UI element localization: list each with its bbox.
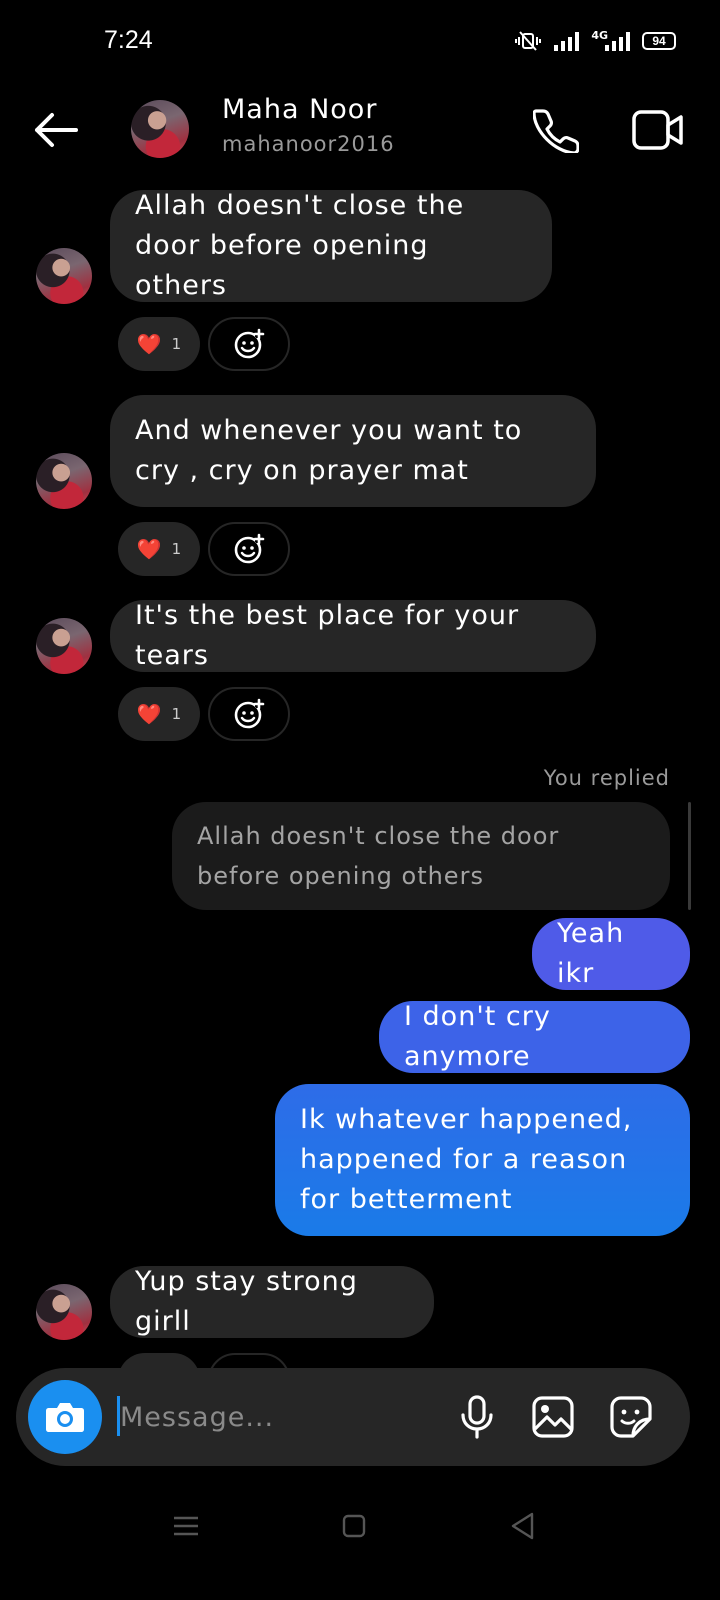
reaction-pill[interactable]: ❤️ 1 (118, 317, 200, 371)
back-arrow-icon (35, 113, 78, 147)
sent-message[interactable]: Ik whatever happened, happened for a rea… (275, 1084, 690, 1236)
add-reaction-button[interactable] (208, 687, 290, 741)
status-time: 7:24 (104, 26, 153, 54)
status-bar: 7:24 4G 94 (0, 0, 720, 80)
received-message[interactable]: Allah doesn't close the door before open… (110, 190, 552, 302)
contact-username[interactable]: mahanoor2016 (222, 132, 395, 156)
message-text: And whenever you want to cry , cry on pr… (135, 415, 523, 486)
battery-level: 94 (652, 34, 666, 48)
message-text: Ik whatever happened, happened for a rea… (300, 1104, 633, 1215)
gallery-button[interactable] (528, 1392, 578, 1442)
status-icons: 4G 94 (513, 28, 676, 52)
video-icon (632, 110, 683, 150)
gallery-icon (532, 1396, 574, 1438)
add-emoji-icon (234, 698, 265, 729)
message-text: It's the best place for your tears (135, 600, 520, 671)
home-button[interactable] (334, 1506, 374, 1546)
reaction-pill[interactable]: ❤️ 1 (118, 687, 200, 741)
sender-avatar[interactable] (36, 248, 92, 304)
add-emoji-icon (234, 533, 265, 564)
camera-icon (46, 1403, 84, 1432)
reply-indicator-bar (688, 802, 691, 910)
sender-avatar[interactable] (36, 618, 92, 674)
message-text: Yup stay strong girll (135, 1266, 358, 1337)
sender-avatar[interactable] (36, 453, 92, 509)
quoted-message[interactable]: Allah doesn't close the door before open… (172, 802, 670, 910)
menu-button[interactable] (166, 1506, 206, 1546)
received-message[interactable]: Yup stay strong girll (110, 1266, 434, 1338)
sent-message[interactable]: Yeah ikr (532, 918, 690, 990)
sticker-button[interactable] (606, 1392, 656, 1442)
camera-button[interactable] (28, 1380, 102, 1454)
phone-icon (533, 109, 579, 153)
contact-name[interactable]: Maha Noor (222, 94, 377, 125)
reaction-count: 1 (171, 540, 182, 558)
you-replied-label: You replied (543, 766, 670, 790)
video-call-button[interactable] (630, 104, 686, 156)
vibrate-icon (513, 30, 543, 52)
received-message[interactable]: It's the best place for your tears (110, 600, 596, 672)
message-text: I don't cry anymore (404, 1001, 551, 1072)
chat-header: Maha Noor mahanoor2016 (0, 80, 720, 180)
header-avatar[interactable] (131, 100, 189, 158)
add-emoji-icon (234, 328, 265, 359)
add-reaction-button[interactable] (208, 317, 290, 371)
message-input[interactable] (120, 1392, 440, 1442)
signal-4g-icon: 4G (591, 28, 632, 51)
back-button[interactable] (30, 104, 82, 156)
heart-reaction-icon: ❤️ (136, 537, 162, 561)
message-composer (16, 1368, 690, 1466)
system-nav-bar (0, 1490, 720, 1560)
voice-message-button[interactable] (452, 1392, 502, 1442)
network-label: 4G (591, 28, 608, 42)
heart-reaction-icon: ❤️ (136, 702, 162, 726)
reaction-pill[interactable]: ❤️ 1 (118, 522, 200, 576)
sent-message[interactable]: I don't cry anymore (379, 1001, 690, 1073)
voice-call-button[interactable] (530, 104, 582, 156)
message-text: Allah doesn't close the door before open… (135, 190, 465, 301)
add-reaction-button[interactable] (208, 522, 290, 576)
system-back-button[interactable] (502, 1506, 542, 1546)
back-icon (511, 1512, 534, 1540)
sticker-icon (610, 1396, 652, 1438)
reaction-count: 1 (171, 705, 182, 723)
signal-icon (553, 31, 581, 51)
battery-icon: 94 (642, 32, 676, 50)
heart-reaction-icon: ❤️ (136, 332, 162, 356)
home-icon (342, 1514, 366, 1538)
mic-icon (461, 1395, 493, 1439)
message-text: Yeah ikr (557, 918, 625, 989)
reaction-count: 1 (171, 335, 182, 353)
menu-icon (174, 1516, 198, 1536)
received-message[interactable]: And whenever you want to cry , cry on pr… (110, 395, 596, 507)
sender-avatar[interactable] (36, 1284, 92, 1340)
